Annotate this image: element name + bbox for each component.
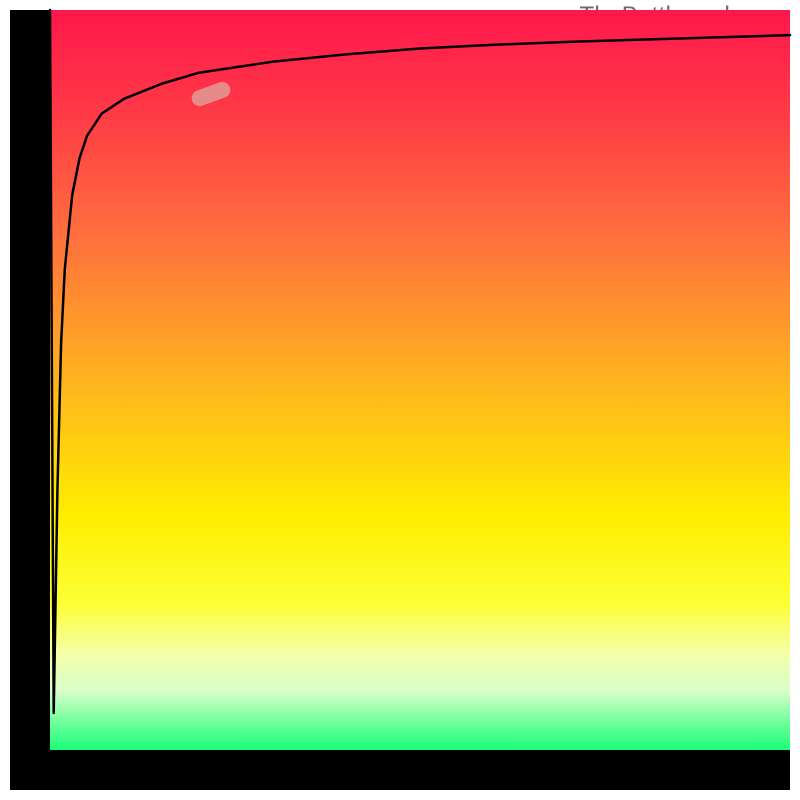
bottleneck-curve xyxy=(50,10,790,713)
plot-frame xyxy=(10,10,790,790)
plot-gradient-area xyxy=(50,10,790,750)
curve-layer xyxy=(50,10,790,750)
chart-stage: TheBottleneck.com xyxy=(0,0,800,800)
